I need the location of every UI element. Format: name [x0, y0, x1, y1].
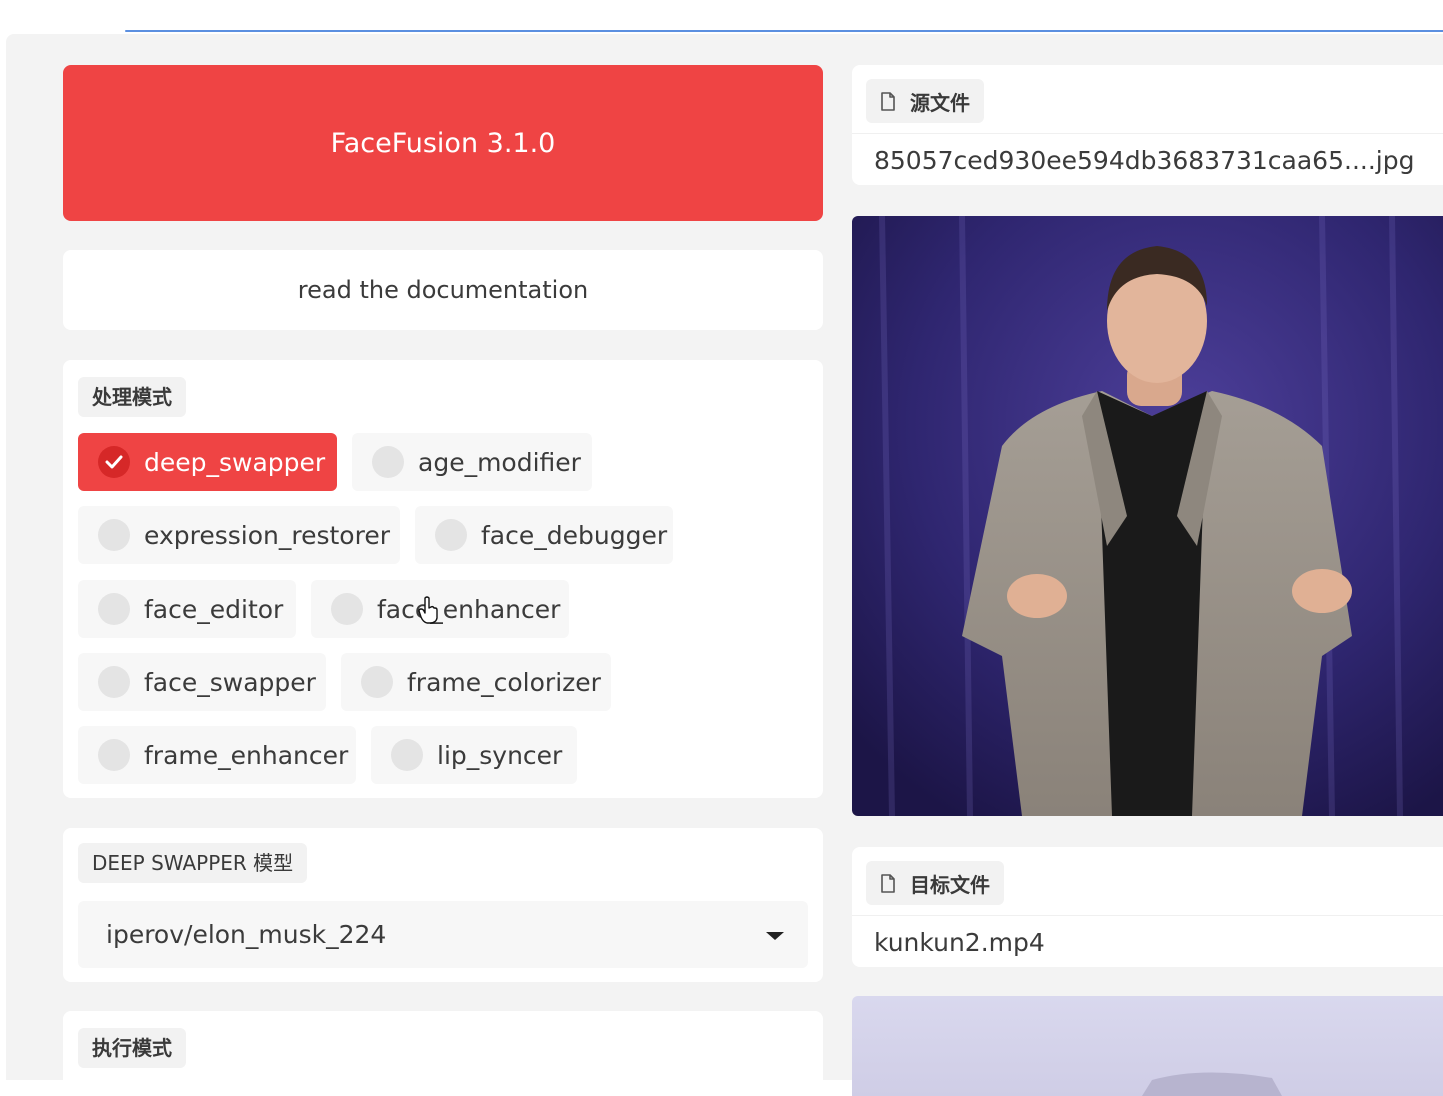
checkbox-icon	[98, 519, 130, 551]
checkbox-icon	[372, 446, 404, 478]
checkbox-icon	[98, 666, 130, 698]
checkbox-icon	[331, 593, 363, 625]
target-file-panel: 目标文件 kunkun2.mp4	[852, 847, 1443, 967]
processor-option-label: lip_syncer	[437, 740, 563, 770]
processors-label: 处理模式	[78, 377, 186, 417]
target-preview-image	[1142, 1072, 1282, 1096]
focused-input-underline	[125, 30, 1443, 32]
source-image	[852, 216, 1443, 816]
execution-label: 执行模式	[78, 1028, 186, 1068]
caret-down-icon	[766, 932, 784, 940]
file-icon	[881, 91, 895, 111]
processor-option-lip-syncer[interactable]: lip_syncer	[371, 726, 577, 784]
target-file-label: 目标文件	[866, 861, 1004, 905]
target-file-label-text: 目标文件	[910, 872, 990, 897]
checkbox-icon	[361, 666, 393, 698]
checkbox-icon	[391, 739, 423, 771]
processor-option-deep-swapper[interactable]: deep_swapper	[78, 433, 337, 491]
processor-option-label: face_enhancer	[377, 594, 561, 624]
processor-option-frame-colorizer[interactable]: frame_colorizer	[341, 653, 611, 711]
checkbox-icon	[98, 593, 130, 625]
documentation-link[interactable]: read the documentation	[298, 276, 588, 304]
source-image-preview[interactable]	[852, 216, 1443, 816]
processor-option-label: age_modifier	[418, 447, 581, 477]
processor-option-label: face_editor	[144, 594, 284, 624]
deep-swapper-model-dropdown[interactable]: iperov/elon_musk_224	[78, 901, 808, 968]
check-icon	[98, 446, 130, 478]
hand-cursor-icon	[418, 596, 440, 628]
app-title: FaceFusion 3.1.0	[330, 127, 556, 159]
target-video-preview[interactable]	[852, 996, 1443, 1096]
processor-option-face-enhancer[interactable]: face_enhancer	[311, 580, 569, 638]
source-file-panel: 源文件 85057ced930ee594db3683731caa65....jp…	[852, 65, 1443, 185]
deep-swapper-model-panel: DEEP SWAPPER 模型 iperov/elon_musk_224	[63, 828, 823, 982]
processor-option-label: frame_enhancer	[144, 740, 349, 770]
processor-option-face-swapper[interactable]: face_swapper	[78, 653, 326, 711]
app-header: FaceFusion 3.1.0	[63, 65, 823, 221]
processor-option-face-debugger[interactable]: face_debugger	[415, 506, 673, 564]
processors-panel: 处理模式 deep_swapper age_modifier expressio…	[63, 360, 823, 798]
processor-option-frame-enhancer[interactable]: frame_enhancer	[78, 726, 356, 784]
dropdown-value: iperov/elon_musk_224	[106, 920, 387, 949]
source-file-name[interactable]: 85057ced930ee594db3683731caa65....jpg	[852, 133, 1443, 186]
processor-option-label: face_debugger	[481, 520, 668, 550]
checkbox-icon	[98, 739, 130, 771]
processor-option-face-editor[interactable]: face_editor	[78, 580, 296, 638]
target-file-name[interactable]: kunkun2.mp4	[852, 915, 1443, 968]
processor-option-age-modifier[interactable]: age_modifier	[352, 433, 592, 491]
deep-swapper-model-label-text: DEEP SWAPPER 模型	[92, 851, 294, 875]
source-file-label-text: 源文件	[910, 90, 970, 115]
source-file-label: 源文件	[866, 79, 984, 123]
execution-panel: 执行模式	[63, 1011, 823, 1091]
processor-option-expression-restorer[interactable]: expression_restorer	[78, 506, 400, 564]
checkbox-icon	[435, 519, 467, 551]
top-bar	[0, 0, 1443, 32]
documentation-card: read the documentation	[63, 250, 823, 330]
processor-option-label: face_swapper	[144, 667, 316, 697]
processor-option-label: frame_colorizer	[407, 667, 601, 697]
file-icon	[881, 873, 895, 893]
deep-swapper-model-label: DEEP SWAPPER 模型	[78, 843, 308, 883]
processor-option-label: deep_swapper	[144, 447, 326, 477]
processor-option-label: expression_restorer	[144, 520, 390, 550]
